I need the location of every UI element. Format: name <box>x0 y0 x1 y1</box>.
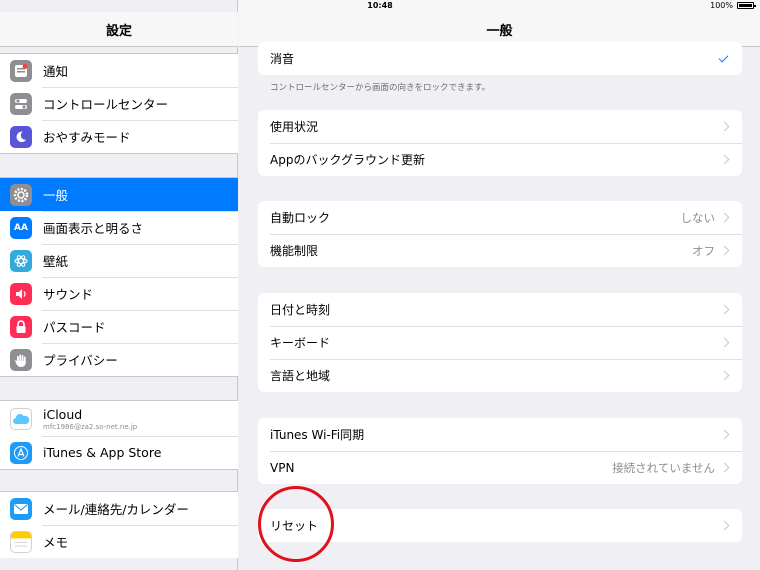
chevron-right-icon <box>719 462 730 473</box>
sidebar-item-control-center[interactable]: コントロールセンター <box>0 87 238 120</box>
icloud-label-stack: iCloud mfc1986@za2.so-net.ne.jp <box>43 407 137 431</box>
cloud-icon <box>10 407 32 430</box>
chevron-right-icon <box>719 304 730 315</box>
row-label: 使用状況 <box>270 120 319 134</box>
sidebar-item-label: 画面表示と明るさ <box>43 221 144 236</box>
mute-label: 消音 <box>270 52 295 66</box>
icloud-account: mfc1986@za2.so-net.ne.jp <box>43 422 138 431</box>
restrictions-value: オフ <box>692 243 715 258</box>
vpn-row[interactable]: VPN 接続されていません <box>258 451 742 484</box>
sidebar-item-label: コントロールセンター <box>43 97 169 112</box>
sidebar-item-label: 一般 <box>43 188 69 203</box>
sidebar-item-icloud[interactable]: iCloud mfc1986@za2.so-net.ne.jp <box>0 401 238 436</box>
mail-icon <box>10 497 32 520</box>
chevron-right-icon <box>719 337 730 348</box>
settings-sidebar: 設定 通知 コントロールセンター おやすみモード 一般 AA 画面表示と明るさ … <box>0 0 238 570</box>
auto-lock-value: しない <box>680 210 716 225</box>
sidebar-item-label: メモ <box>43 535 69 550</box>
restrictions-row[interactable]: 機能制限 オフ <box>258 234 742 267</box>
row-label: キーボード <box>270 336 331 350</box>
sidebar-group-4: メール/連絡先/カレンダー メモ <box>0 491 238 558</box>
row-label: VPN <box>270 460 295 475</box>
hand-icon <box>10 348 32 371</box>
sidebar-item-itunes-app-store[interactable]: iTunes & App Store <box>0 436 238 469</box>
sidebar-group-1: 通知 コントロールセンター おやすみモード <box>0 53 238 154</box>
sidebar-item-label: サウンド <box>43 287 94 302</box>
row-label: リセット <box>270 519 319 533</box>
sidebar-item-label: iTunes & App Store <box>43 445 162 460</box>
app-store-icon <box>10 441 32 464</box>
sound-icon <box>10 282 32 305</box>
sidebar-item-notifications[interactable]: 通知 <box>0 54 238 87</box>
highlight-circle <box>258 486 334 562</box>
auto-lock-row[interactable]: 自動ロック しない <box>258 201 742 234</box>
gear-icon <box>10 183 32 206</box>
general-settings-pane: 一般 消音 コントロールセンターから画面の向きをロックできます。 使用状況 Ap… <box>239 0 760 570</box>
display-icon: AA <box>10 216 32 239</box>
control-center-icon <box>10 92 32 115</box>
sidebar-item-wallpaper[interactable]: 壁紙 <box>0 244 238 277</box>
chevron-right-icon <box>719 212 730 223</box>
vpn-status-value: 接続されていません <box>612 460 715 475</box>
chevron-right-icon <box>719 429 730 440</box>
background-app-refresh-row[interactable]: Appのバックグラウンド更新 <box>258 143 742 176</box>
wallpaper-icon <box>10 249 32 272</box>
sidebar-item-label: 通知 <box>43 64 69 79</box>
sidebar-item-label: メール/連絡先/カレンダー <box>43 502 189 517</box>
lock-card: 自動ロック しない 機能制限 オフ <box>258 201 742 267</box>
sidebar-item-do-not-disturb[interactable]: おやすみモード <box>0 120 238 153</box>
sidebar-item-privacy[interactable]: プライバシー <box>0 343 238 376</box>
chevron-right-icon <box>719 154 730 165</box>
lock-icon <box>10 315 32 338</box>
sidebar-item-general[interactable]: 一般 <box>0 178 238 211</box>
row-label: 日付と時刻 <box>270 303 331 317</box>
date-time-row[interactable]: 日付と時刻 <box>258 293 742 326</box>
row-label: iTunes Wi-Fi同期 <box>270 428 365 442</box>
row-label: 自動ロック <box>270 211 331 225</box>
row-label: 機能制限 <box>270 244 319 258</box>
sidebar-item-label: プライバシー <box>43 353 118 368</box>
language-region-row[interactable]: 言語と地域 <box>258 359 742 392</box>
mute-card: 消音 <box>258 42 742 75</box>
sidebar-group-3: iCloud mfc1986@za2.so-net.ne.jp iTunes &… <box>0 400 238 470</box>
rotation-lock-footnote: コントロールセンターから画面の向きをロックできます。 <box>270 83 491 93</box>
sidebar-item-label: おやすみモード <box>43 130 131 145</box>
moon-icon <box>10 125 32 148</box>
row-label: 言語と地域 <box>270 369 331 383</box>
chevron-right-icon <box>719 121 730 132</box>
usage-card: 使用状況 Appのバックグラウンド更新 <box>258 110 742 176</box>
sync-card: iTunes Wi-Fi同期 VPN 接続されていません <box>258 418 742 484</box>
sidebar-item-label: iCloud <box>43 406 83 422</box>
sidebar-item-label: パスコード <box>43 320 106 335</box>
itunes-wifi-sync-row[interactable]: iTunes Wi-Fi同期 <box>258 418 742 451</box>
row-label: Appのバックグラウンド更新 <box>270 153 425 167</box>
notification-icon <box>10 59 32 82</box>
sidebar-item-notes[interactable]: メモ <box>0 525 238 558</box>
usage-row[interactable]: 使用状況 <box>258 110 742 143</box>
sidebar-group-2: 一般 AA 画面表示と明るさ 壁紙 サウンド パスコード プライバシー <box>0 177 238 377</box>
sidebar-item-sound[interactable]: サウンド <box>0 277 238 310</box>
sidebar-item-passcode[interactable]: パスコード <box>0 310 238 343</box>
locale-card: 日付と時刻 キーボード 言語と地域 <box>258 293 742 392</box>
keyboard-row[interactable]: キーボード <box>258 326 742 359</box>
sidebar-item-mail[interactable]: メール/連絡先/カレンダー <box>0 492 238 525</box>
sidebar-title: 設定 <box>0 12 238 47</box>
chevron-right-icon <box>719 245 730 256</box>
sidebar-item-display[interactable]: AA 画面表示と明るさ <box>0 211 238 244</box>
mute-row[interactable]: 消音 <box>258 42 742 75</box>
notes-icon <box>10 530 32 553</box>
chevron-right-icon <box>719 370 730 381</box>
chevron-right-icon <box>719 520 730 531</box>
sidebar-item-label: 壁紙 <box>43 254 69 269</box>
